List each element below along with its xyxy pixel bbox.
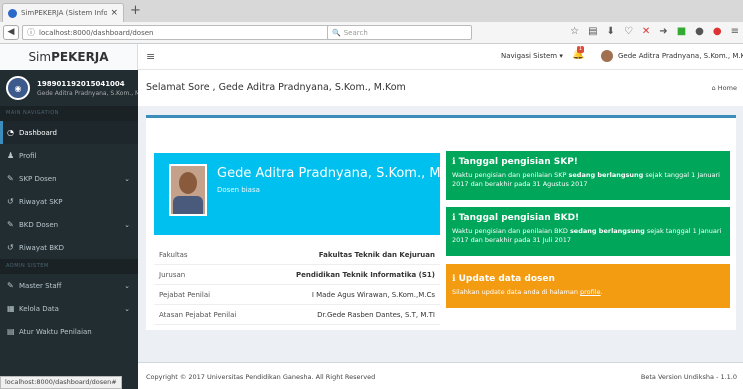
browser-tab[interactable]: SimPEKERJA (Sistem Inform × <box>2 3 124 22</box>
favicon-icon <box>8 8 17 18</box>
table-row: Pejabat Penilai I Made Agus Wirawan, S.K… <box>154 285 440 305</box>
user-id: 198901192015041004 <box>37 79 125 88</box>
sidebar-item-master-staff[interactable]: ✎ Master Staff ⌄ <box>0 274 138 297</box>
content-header: Selamat Sore , Gede Aditra Pradnyana, S.… <box>138 70 743 106</box>
sidebar-item-kelola-data[interactable]: ▦ Kelola Data ⌄ <box>0 297 138 320</box>
sidebar-item-skp-dosen[interactable]: ✎ SKP Dosen ⌄ <box>0 167 138 190</box>
table-row: Atasan Pejabat Penilai Dr.Gede Rasben Da… <box>154 305 440 325</box>
top-navbar: ≡ Navigasi Sistem ▾ 🔔 1 Gede Aditra Prad… <box>138 44 743 70</box>
status-bar-url: localhost:8000/dashboard/dosen# <box>0 376 122 389</box>
calendar-icon: ▤ <box>7 327 15 336</box>
user-panel: ◉ 198901192015041004 Gede Aditra Pradnya… <box>0 70 142 106</box>
university-logo-icon: ◉ <box>6 76 30 100</box>
home-icon: ⌂ <box>711 84 716 92</box>
chevron-down-icon: ⌄ <box>124 281 130 290</box>
chevron-down-icon: ▾ <box>559 52 563 60</box>
menu-icon[interactable]: ≡ <box>731 26 739 37</box>
nav-system-dropdown[interactable]: Navigasi Sistem ▾ <box>501 52 563 60</box>
profile-name: Gede Aditra Pradnyana, S.Kom., M.Kom <box>217 166 474 181</box>
app-logo[interactable]: SimPEKERJA <box>0 44 138 70</box>
brand-bold: PEKERJA <box>51 50 109 64</box>
reading-list-icon[interactable]: ▤ <box>588 26 597 37</box>
sidebar-item-bkd-dosen[interactable]: ✎ BKD Dosen ⌄ <box>0 213 138 236</box>
browser-toolbar: ☆ ▤ ⬇ ♡ ✕ ➜ ■ ● ● ≡ <box>570 26 739 37</box>
edit-icon: ✎ <box>7 220 14 229</box>
user-icon: ♟ <box>7 151 15 160</box>
callout-body: Waktu pengisian dan penilaian BKD sedang… <box>452 227 722 244</box>
top-user-name[interactable]: Gede Aditra Pradnyana, S.Kom., M.Kom <box>618 52 743 60</box>
history-icon: ↺ <box>7 197 14 206</box>
content-wrapper: Selamat Sore , Gede Aditra Pradnyana, S.… <box>138 70 743 362</box>
skp-callout: ℹ Tanggal pengisian SKP! Waktu pengisian… <box>446 151 730 200</box>
callout-title: ℹ Tanggal pengisian SKP! <box>452 157 578 167</box>
version: Beta Version Undiksha - 1.1.0 <box>640 373 737 381</box>
callout-title: ℹ Update data dosen <box>452 274 555 284</box>
history-icon: ↺ <box>7 243 14 252</box>
pocket-icon[interactable]: ♡ <box>624 26 633 37</box>
table-icon: ▦ <box>7 304 15 313</box>
tab-title: SimPEKERJA (Sistem Inform <box>21 9 108 17</box>
info-icon: ℹ <box>452 157 456 167</box>
extension-arrow-icon[interactable]: ➜ <box>659 26 667 37</box>
chevron-down-icon: ⌄ <box>124 304 130 313</box>
callout-body: Silahkan update data anda di halaman pro… <box>452 288 603 296</box>
dashboard-box: Gede Aditra Pradnyana, S.Kom., M.Kom Dos… <box>146 115 736 330</box>
notification-badge: 1 <box>577 46 584 53</box>
user-name: Gede Aditra Pradnyana, S.Kom., M. <box>37 89 143 97</box>
chevron-down-icon: ⌄ <box>124 220 130 229</box>
extension-bubble-icon[interactable]: ● <box>695 26 704 37</box>
browser-tab-bar: SimPEKERJA (Sistem Inform × + <box>0 0 743 22</box>
sidebar-item-profil[interactable]: ♟ Profil <box>0 144 138 167</box>
bookmark-star-icon[interactable]: ☆ <box>570 26 579 37</box>
sidebar-item-dashboard[interactable]: ◔ Dashboard <box>0 121 138 144</box>
profile-card: Gede Aditra Pradnyana, S.Kom., M.Kom Dos… <box>154 153 473 235</box>
copyright: Copyright © 2017 Universitas Pendidikan … <box>146 373 376 381</box>
search-input[interactable]: 🔍 Search <box>327 25 472 40</box>
sidebar: SimPEKERJA ◉ 198901192015041004 Gede Adi… <box>0 44 142 389</box>
brand-prefix: Sim <box>28 50 52 64</box>
info-icon: ℹ <box>452 274 456 284</box>
profile-photo <box>169 164 207 216</box>
sidebar-item-atur-waktu[interactable]: ▤ Atur Waktu Penilaian <box>0 320 138 343</box>
profile-link[interactable]: profile <box>580 288 601 296</box>
table-row: Jurusan Pendidikan Teknik Informatika (S… <box>154 265 440 285</box>
extension-shield-icon[interactable]: ● <box>713 26 722 37</box>
profile-role: Dosen biasa <box>217 186 260 194</box>
update-callout: ℹ Update data dosen Silahkan update data… <box>446 264 730 308</box>
new-tab-button[interactable]: + <box>130 3 141 18</box>
footer: Copyright © 2017 Universitas Pendidikan … <box>138 362 743 389</box>
search-placeholder: Search <box>343 28 368 37</box>
sidebar-item-riwayat-skp[interactable]: ↺ Riwayat SKP <box>0 190 138 213</box>
search-icon: 🔍 <box>332 28 341 37</box>
edit-icon: ✎ <box>7 174 14 183</box>
back-button[interactable]: ◀ <box>3 25 19 40</box>
avatar[interactable] <box>601 50 613 62</box>
info-icon: ℹ <box>452 213 456 223</box>
page-title: Selamat Sore , Gede Aditra Pradnyana, S.… <box>146 82 406 93</box>
hamburger-menu-icon[interactable]: ≡ <box>146 50 155 63</box>
close-tab-icon[interactable]: × <box>110 8 118 18</box>
sidebar-item-riwayat-bkd[interactable]: ↺ Riwayat BKD <box>0 236 138 259</box>
chevron-down-icon: ⌄ <box>124 174 130 183</box>
dashboard-icon: ◔ <box>7 128 14 137</box>
url-text: localhost:8000/dashboard/dosen <box>39 28 154 37</box>
callout-title: ℹ Tanggal pengisian BKD! <box>452 213 580 223</box>
bkd-callout: ℹ Tanggal pengisian BKD! Waktu pengisian… <box>446 207 730 256</box>
callout-body: Waktu pengisian dan penilaian SKP sedang… <box>452 171 720 188</box>
table-row: Fakultas Fakultas Teknik dan Kejuruan <box>154 245 440 265</box>
info-table: Fakultas Fakultas Teknik dan Kejuruan Ju… <box>154 245 440 325</box>
download-icon[interactable]: ⬇ <box>607 26 615 37</box>
sidebar-header-admin: ADMIN SISTEM <box>0 259 138 274</box>
extension-x-icon[interactable]: ✕ <box>642 26 650 37</box>
info-icon[interactable]: ⓘ <box>27 27 35 38</box>
browser-nav-bar: ◀ ⓘ localhost:8000/dashboard/dosen 🔍 Sea… <box>0 22 743 44</box>
breadcrumb-home[interactable]: ⌂ Home <box>712 84 737 92</box>
edit-icon: ✎ <box>7 281 14 290</box>
sidebar-header-main: MAIN NAVIGATION <box>0 106 138 121</box>
extension-green-icon[interactable]: ■ <box>677 26 686 37</box>
